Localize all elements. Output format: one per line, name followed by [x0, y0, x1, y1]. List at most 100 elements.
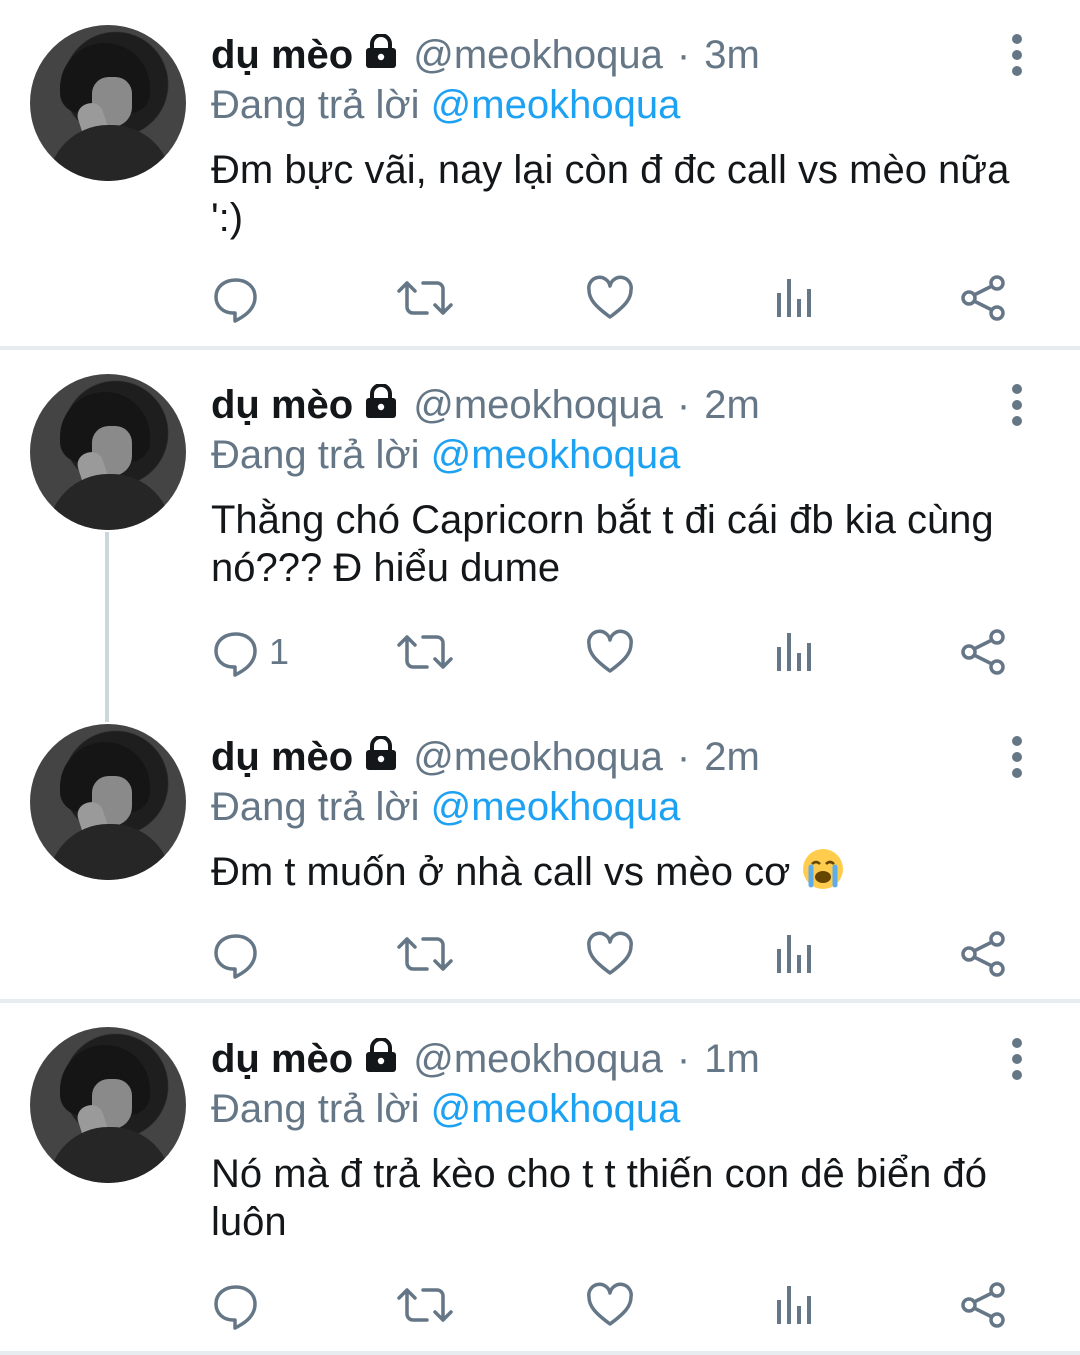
reply-button[interactable] [211, 272, 269, 324]
retweet-button[interactable] [397, 1279, 453, 1331]
retweet-button[interactable] [397, 626, 453, 678]
reply-prefix: Đang trả lời [211, 433, 420, 477]
tweet-1[interactable]: dụ mèo @meokhoqua · 3m Đang trả lời @meokho… [0, 0, 1080, 346]
like-button[interactable] [585, 928, 635, 980]
share-button[interactable] [959, 928, 1009, 980]
share-icon [961, 275, 1005, 321]
separator-dot: · [676, 1037, 691, 1081]
author-name[interactable]: dụ mèo [211, 383, 353, 427]
avatar[interactable] [30, 1027, 186, 1183]
analytics-icon [777, 633, 811, 671]
replying-to: Đang trả lời @meokhoqua [211, 430, 680, 480]
timestamp[interactable]: 2m [704, 735, 760, 779]
action-bar: 1 [211, 626, 1031, 678]
avatar[interactable] [30, 374, 186, 530]
tweet-text-container: Đm t muốn ở nhà call vs mèo cơ [211, 847, 1041, 896]
analytics-button[interactable] [773, 1279, 817, 1331]
share-button[interactable] [959, 272, 1009, 324]
reply-button[interactable]: 1 [211, 626, 289, 678]
share-icon [961, 629, 1005, 675]
tweet-header: dụ mèo @meokhoqua · 1m [211, 1034, 760, 1084]
more-vertical-icon[interactable] [1000, 1034, 1036, 1084]
more-vertical-icon[interactable] [1000, 732, 1036, 782]
reply-button[interactable] [211, 1279, 269, 1331]
analytics-button[interactable] [773, 928, 817, 980]
separator-dot: · [676, 735, 691, 779]
tweet-text: Đm t muốn ở nhà call vs mèo cơ [211, 850, 791, 894]
lock-icon [363, 1036, 399, 1086]
lock-icon [363, 734, 399, 784]
author-handle[interactable]: @meokhoqua [413, 33, 663, 77]
tweet-header: dụ mèo @meokhoqua · 2m [211, 380, 760, 430]
separator-dot: · [676, 383, 691, 427]
reply-prefix: Đang trả lời [211, 1087, 420, 1131]
more-vertical-icon[interactable] [1000, 30, 1036, 80]
tweet-3[interactable]: dụ mèo @meokhoqua · 2m Đang trả lời @meokho… [0, 700, 1080, 1000]
reply-count: 1 [269, 631, 290, 672]
tweet-text: Đm bực vãi, nay lại còn đ đc call vs mèo… [211, 148, 1010, 240]
avatar[interactable] [30, 724, 186, 880]
avatar[interactable] [30, 25, 186, 181]
retweet-icon [397, 1288, 453, 1322]
analytics-button[interactable] [773, 272, 817, 324]
reply-icon [214, 632, 257, 677]
replying-to: Đang trả lời @meokhoqua [211, 80, 680, 130]
replying-to: Đang trả lời @meokhoqua [211, 782, 680, 832]
share-icon [961, 931, 1005, 977]
action-bar [211, 928, 1031, 980]
author-name[interactable]: dụ mèo [211, 1037, 353, 1081]
retweet-button[interactable] [397, 928, 453, 980]
timestamp[interactable]: 1m [704, 1037, 760, 1081]
timestamp[interactable]: 3m [704, 33, 760, 77]
heart-icon [587, 1282, 633, 1326]
analytics-icon [777, 1286, 811, 1324]
author-handle[interactable]: @meokhoqua [413, 735, 663, 779]
share-button[interactable] [959, 1279, 1009, 1331]
share-button[interactable] [959, 626, 1009, 678]
reply-prefix: Đang trả lời [211, 83, 420, 127]
retweet-icon [397, 937, 453, 971]
more-vertical-icon[interactable] [1000, 380, 1036, 430]
reply-mention-link[interactable]: @meokhoqua [431, 433, 681, 477]
crying-face-emoji-icon [803, 849, 844, 889]
timestamp[interactable]: 2m [704, 383, 760, 427]
author-name[interactable]: dụ mèo [211, 735, 353, 779]
analytics-icon [777, 935, 811, 973]
reply-icon [214, 1285, 257, 1330]
like-button[interactable] [585, 272, 635, 324]
thread-connector-line [105, 532, 109, 722]
like-button[interactable] [585, 1279, 635, 1331]
reply-mention-link[interactable]: @meokhoqua [431, 785, 681, 829]
separator-dot: · [676, 33, 691, 77]
lock-icon [363, 32, 399, 82]
retweet-icon [397, 281, 453, 315]
reply-prefix: Đang trả lời [211, 785, 420, 829]
reply-mention-link[interactable]: @meokhoqua [431, 1087, 681, 1131]
reply-icon [214, 934, 257, 979]
tweet-4[interactable]: dụ mèo @meokhoqua · 1m Đang trả lời @meokho… [0, 1003, 1080, 1355]
retweet-icon [397, 635, 453, 669]
tweet-2[interactable]: dụ mèo @meokhoqua · 2m Đang trả lời @meokho… [0, 350, 1080, 700]
tweet-header: dụ mèo @meokhoqua · 2m [211, 732, 760, 782]
lock-icon [363, 382, 399, 432]
tweet-header: dụ mèo @meokhoqua · 3m [211, 30, 760, 80]
tweet-text: Thằng chó Capricorn bắt t đi cái đb kia … [211, 498, 994, 590]
divider [0, 1351, 1080, 1355]
author-handle[interactable]: @meokhoqua [413, 1037, 663, 1081]
reply-mention-link[interactable]: @meokhoqua [431, 83, 681, 127]
reply-icon [214, 278, 257, 323]
reply-button[interactable] [211, 928, 269, 980]
replying-to: Đang trả lời @meokhoqua [211, 1084, 680, 1134]
action-bar [211, 1279, 1031, 1331]
heart-icon [587, 931, 633, 975]
author-handle[interactable]: @meokhoqua [413, 383, 663, 427]
like-button[interactable] [585, 626, 635, 678]
analytics-button[interactable] [773, 626, 817, 678]
share-icon [961, 1282, 1005, 1328]
author-name[interactable]: dụ mèo [211, 33, 353, 77]
heart-icon [587, 275, 633, 319]
tweet-text: Nó mà đ trả kèo cho t t thiến con dê biể… [211, 1152, 988, 1244]
action-bar [211, 272, 1031, 324]
retweet-button[interactable] [397, 272, 453, 324]
heart-icon [587, 629, 633, 673]
